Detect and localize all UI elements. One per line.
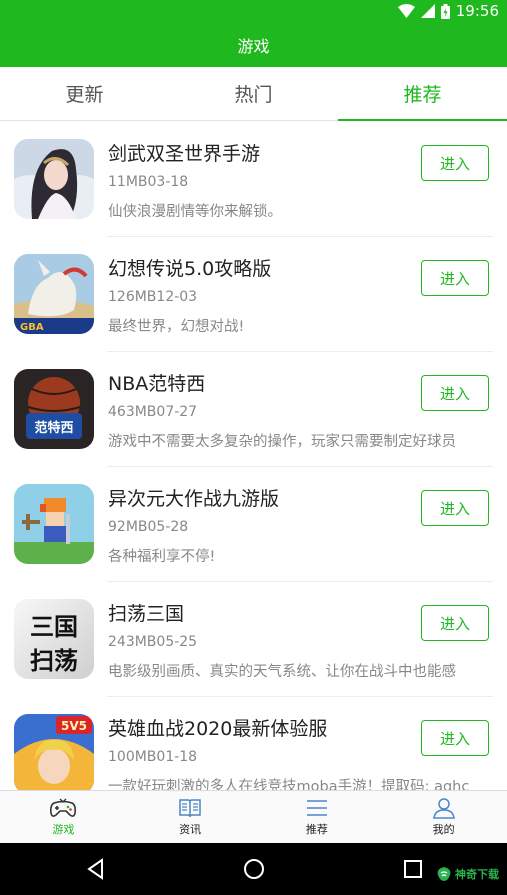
game-list-item[interactable]: 5V5 英雄血战2020最新体验服 100MB01-18 一款好玩刺激的多人在线… bbox=[0, 697, 507, 790]
page-title: 游戏 bbox=[237, 36, 270, 56]
nav-label: 资讯 bbox=[179, 823, 202, 836]
book-icon bbox=[179, 799, 201, 818]
nav-label: 游戏 bbox=[52, 823, 75, 836]
app-title-bar: 游戏 bbox=[0, 22, 507, 67]
game-list: 剑武双圣世界手游 11MB03-18 仙侠浪漫剧情等你来解锁。 进入 GBA 幻… bbox=[0, 122, 507, 790]
list-icon bbox=[306, 800, 327, 816]
nav-label: 我的 bbox=[432, 823, 455, 836]
white-beast-gba-icon[interactable]: GBA bbox=[14, 254, 94, 334]
game-list-item[interactable]: GBA 幻想传说5.0攻略版 126MB12-03 最终世界，幻想对战! 进入 bbox=[0, 237, 507, 352]
bottom-navigation: 游戏 资讯 推荐 我的 bbox=[0, 790, 507, 843]
game-title: 英雄血战2020最新体验服 bbox=[108, 718, 328, 740]
tab-update[interactable]: 更新 bbox=[0, 67, 169, 120]
game-description: 电影级别画质、真实的天气系统、让你在战斗中也能感 bbox=[108, 664, 456, 680]
game-size-date: 92MB05-28 bbox=[108, 519, 189, 535]
game-title: 异次元大作战九游版 bbox=[108, 488, 280, 510]
game-description: 一款好玩刺激的多人在线竞技moba手游！提取码: aghc bbox=[108, 779, 470, 790]
svg-text:GBA: GBA bbox=[20, 322, 44, 333]
enter-button[interactable]: 进入 bbox=[421, 260, 489, 296]
game-title: NBA范特西 bbox=[108, 373, 206, 395]
game-size-date: 126MB12-03 bbox=[108, 289, 198, 305]
game-size-date: 463MB07-27 bbox=[108, 404, 198, 420]
game-description: 游戏中不需要太多复杂的操作，玩家只需要制定好球员 bbox=[108, 434, 456, 450]
watermark-text: 神奇下载 bbox=[455, 868, 499, 881]
game-title: 幻想传说5.0攻略版 bbox=[108, 258, 272, 280]
svg-text:范特西: 范特西 bbox=[34, 420, 73, 436]
watermark: 神奇下载 bbox=[436, 866, 499, 882]
svg-text:三国: 三国 bbox=[30, 612, 78, 641]
game-description: 仙侠浪漫剧情等你来解锁。 bbox=[108, 204, 282, 220]
enter-button[interactable]: 进入 bbox=[421, 720, 489, 756]
status-time: 19:56 bbox=[455, 2, 499, 20]
nba-fantasy-icon[interactable]: 范特西 bbox=[14, 369, 94, 449]
tab-recommend[interactable]: 推荐 bbox=[338, 67, 507, 121]
enter-button[interactable]: 进入 bbox=[421, 605, 489, 641]
game-title: 剑武双圣世界手游 bbox=[108, 143, 261, 165]
category-tabs: 更新 热门 推荐 bbox=[0, 67, 507, 121]
home-icon[interactable] bbox=[242, 857, 266, 881]
person-icon bbox=[432, 798, 455, 819]
recents-icon[interactable] bbox=[401, 857, 425, 881]
svg-text:扫荡: 扫荡 bbox=[30, 646, 78, 675]
game-description: 最终世界，幻想对战! bbox=[108, 319, 245, 335]
status-icons: 19:56 bbox=[397, 1, 499, 21]
battery-icon bbox=[440, 3, 450, 19]
back-icon[interactable] bbox=[84, 857, 108, 881]
svg-text:5V5: 5V5 bbox=[61, 719, 87, 733]
nav-item-games[interactable]: 游戏 bbox=[0, 791, 127, 843]
game-title: 扫荡三国 bbox=[108, 603, 185, 625]
watermark-logo-icon bbox=[437, 867, 451, 881]
wifi-icon bbox=[397, 4, 415, 18]
pixel-warrior-icon[interactable] bbox=[14, 484, 94, 564]
app-screen: 19:56 游戏 更新 热门 推荐 剑武双圣世界手游 11MB03-18 仙侠浪… bbox=[0, 0, 507, 895]
gamepad-icon bbox=[50, 798, 77, 817]
tab-hot[interactable]: 热门 bbox=[169, 67, 338, 120]
game-list-item[interactable]: 范特西 NBA范特西 463MB07-27 游戏中不需要太多复杂的操作，玩家只需… bbox=[0, 352, 507, 467]
nav-item-news[interactable]: 资讯 bbox=[127, 791, 254, 843]
nav-label: 推荐 bbox=[305, 823, 328, 836]
enter-button[interactable]: 进入 bbox=[421, 145, 489, 181]
status-bar: 19:56 bbox=[0, 0, 507, 22]
game-size-date: 243MB05-25 bbox=[108, 634, 198, 650]
signal-icon bbox=[420, 4, 435, 18]
game-size-date: 100MB01-18 bbox=[108, 749, 198, 765]
nav-item-mine[interactable]: 我的 bbox=[380, 791, 507, 843]
game-list-item[interactable]: 剑武双圣世界手游 11MB03-18 仙侠浪漫剧情等你来解锁。 进入 bbox=[0, 122, 507, 237]
enter-button[interactable]: 进入 bbox=[421, 375, 489, 411]
three-kingdoms-calligraphy-icon[interactable]: 三国 扫荡 bbox=[14, 599, 94, 679]
fairy-heroine-icon[interactable] bbox=[14, 139, 94, 219]
system-navigation-bar: 神奇下载 bbox=[0, 843, 507, 895]
game-description: 各种福利享不停! bbox=[108, 549, 216, 565]
enter-button[interactable]: 进入 bbox=[421, 490, 489, 526]
nav-item-recommend[interactable]: 推荐 bbox=[254, 791, 381, 843]
moba-5v5-icon[interactable]: 5V5 bbox=[14, 714, 94, 790]
game-list-item[interactable]: 三国 扫荡 扫荡三国 243MB05-25 电影级别画质、真实的天气系统、让你在… bbox=[0, 582, 507, 697]
game-size-date: 11MB03-18 bbox=[108, 174, 189, 190]
game-list-item[interactable]: 异次元大作战九游版 92MB05-28 各种福利享不停! 进入 bbox=[0, 467, 507, 582]
